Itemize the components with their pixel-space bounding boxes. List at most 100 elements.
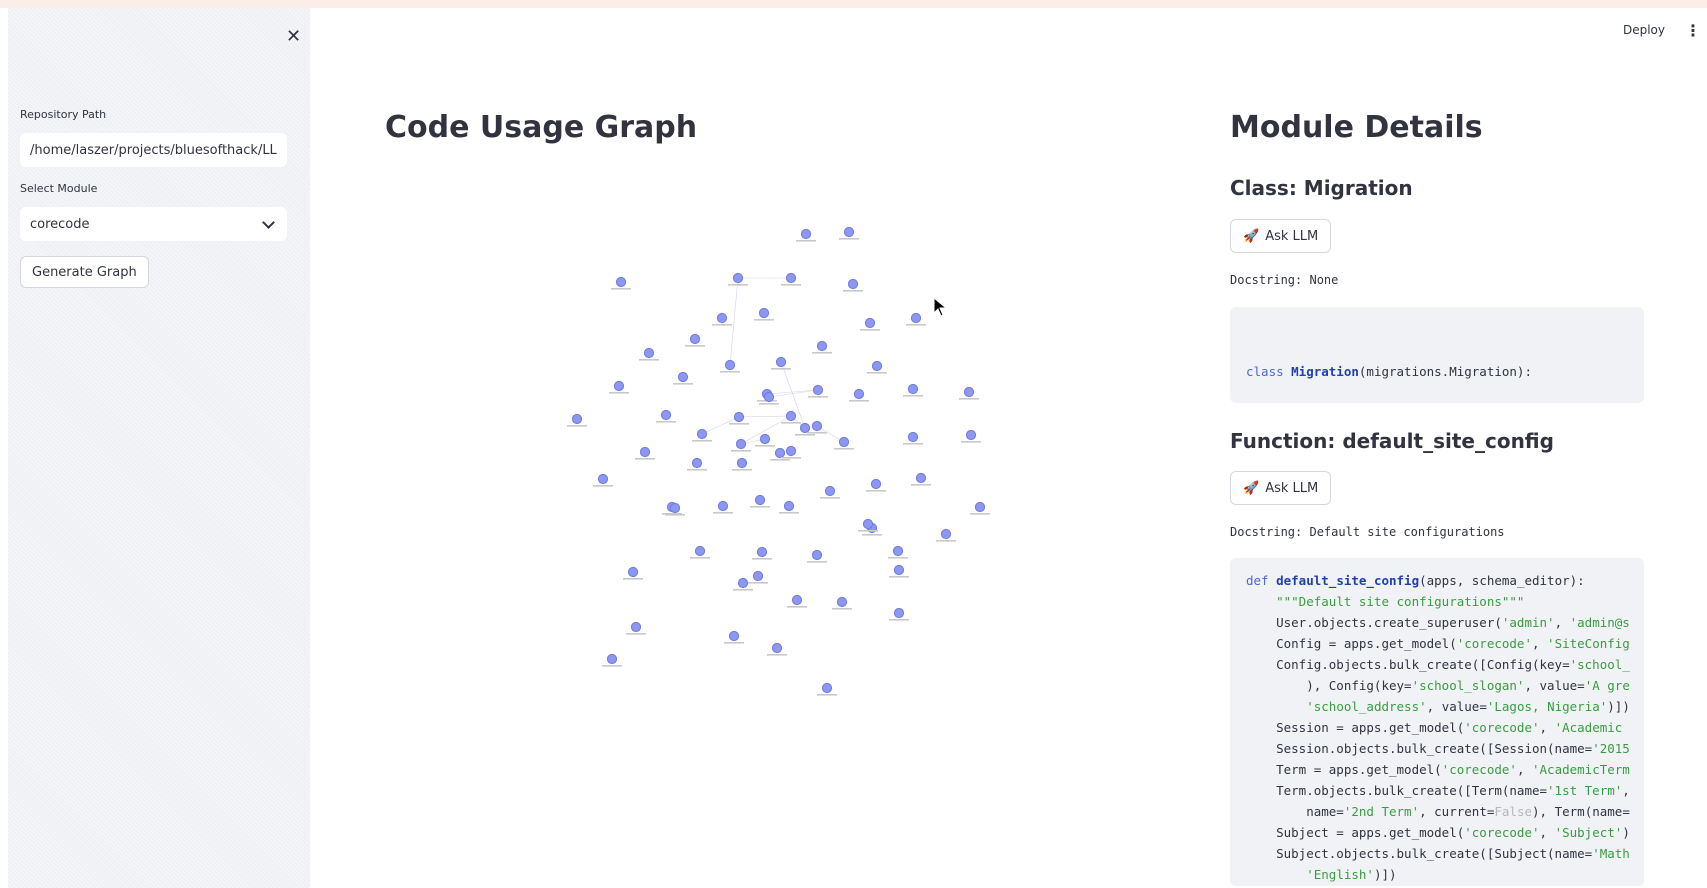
graph-node[interactable] [759, 433, 771, 445]
graph-node[interactable] [736, 457, 748, 469]
graph-node-label [733, 589, 753, 591]
graph-node-label [961, 441, 981, 443]
graph-node-label [752, 558, 772, 560]
graph-node[interactable] [783, 500, 795, 512]
graph-node[interactable] [910, 312, 922, 324]
graph-node-label [781, 284, 801, 286]
graph-node[interactable] [907, 383, 919, 395]
graph-node[interactable] [812, 384, 824, 396]
graph-node[interactable] [824, 485, 836, 497]
graph-node-label [903, 395, 923, 397]
graph-node[interactable] [630, 621, 642, 633]
graph-node[interactable] [893, 564, 905, 576]
graph-node-label [754, 319, 774, 321]
graph-node[interactable] [871, 360, 883, 372]
graph-node[interactable] [775, 356, 787, 368]
docstring: Docstring: None [1230, 273, 1339, 287]
graph-node[interactable] [838, 436, 850, 448]
graph-node[interactable] [606, 653, 618, 665]
graph-node[interactable] [627, 566, 639, 578]
graph-node[interactable] [689, 333, 701, 345]
ask-llm-button[interactable]: 🚀 Ask LLM [1230, 471, 1332, 505]
graph-node[interactable] [811, 549, 823, 561]
rocket-icon: 🚀 [1243, 480, 1260, 496]
graph-node[interactable] [811, 420, 823, 432]
deploy-button[interactable]: Deploy [1623, 23, 1665, 37]
graph-node[interactable] [763, 391, 775, 403]
close-icon[interactable]: ✕ [286, 26, 301, 47]
graph-node[interactable] [728, 630, 740, 642]
graph-node[interactable] [752, 570, 764, 582]
graph-node[interactable] [864, 317, 876, 329]
code-line: Term = apps.get_model('corecode', 'Acade… [1246, 762, 1630, 777]
docstring: Docstring: Default site configurations [1230, 525, 1505, 539]
select-module-label: Select Module [20, 182, 98, 195]
code-block: def default_site_config(apps, schema_edi… [1230, 558, 1644, 886]
graph-node-label [820, 497, 840, 499]
graph-node[interactable] [785, 410, 797, 422]
graph-node[interactable] [785, 272, 797, 284]
top-accent-strip [0, 0, 1707, 8]
kebab-menu-icon[interactable]: ⋮ [1685, 21, 1701, 40]
graph-node[interactable] [733, 411, 745, 423]
graph-node[interactable] [940, 528, 952, 540]
graph-node[interactable] [785, 445, 797, 457]
graph-node[interactable] [613, 380, 625, 392]
graph-node[interactable] [800, 228, 812, 240]
graph-node[interactable] [771, 642, 783, 654]
graph-node[interactable] [669, 502, 681, 514]
graph-node[interactable] [660, 409, 672, 421]
graph-node[interactable] [907, 431, 919, 443]
graph-node[interactable] [843, 226, 855, 238]
graph-node[interactable] [677, 371, 689, 383]
graph-node-label [720, 371, 740, 373]
code-usage-graph[interactable] [540, 210, 1020, 710]
graph-node[interactable] [732, 272, 744, 284]
graph-node[interactable] [870, 478, 882, 490]
graph-node[interactable] [694, 545, 706, 557]
graph-node[interactable] [735, 438, 747, 450]
graph-node-label [860, 329, 880, 331]
graph-node[interactable] [691, 457, 703, 469]
graph-node[interactable] [799, 422, 811, 434]
graph-node[interactable] [639, 446, 651, 458]
ask-llm-button[interactable]: 🚀 Ask LLM [1230, 219, 1332, 253]
graph-node[interactable] [724, 359, 736, 371]
graph-node[interactable] [915, 472, 927, 484]
graph-node[interactable] [965, 429, 977, 441]
graph-node[interactable] [862, 518, 874, 530]
graph-node[interactable] [847, 278, 859, 290]
graph-node[interactable] [756, 546, 768, 558]
graph-node-label [834, 448, 854, 450]
graph-node[interactable] [974, 501, 986, 513]
graph-node[interactable] [716, 312, 728, 324]
graph-node[interactable] [892, 545, 904, 557]
repo-path-input[interactable] [20, 133, 287, 167]
graph-node[interactable] [571, 413, 583, 425]
graph-node[interactable] [597, 473, 609, 485]
graph-node[interactable] [963, 386, 975, 398]
graph-node[interactable] [836, 596, 848, 608]
graph-node[interactable] [717, 500, 729, 512]
graph-node[interactable] [774, 447, 786, 459]
graph-node-label [712, 324, 732, 326]
graph-node[interactable] [696, 428, 708, 440]
graph-node[interactable] [791, 594, 803, 606]
graph-node[interactable] [615, 276, 627, 288]
graph-node-label [808, 396, 828, 398]
graph-node[interactable] [758, 307, 770, 319]
graph-node[interactable] [821, 682, 833, 694]
graph-node-label [771, 368, 791, 370]
graph-node[interactable] [643, 347, 655, 359]
graph-node[interactable] [754, 494, 766, 506]
generate-graph-button[interactable]: Generate Graph [20, 256, 149, 288]
graph-node-label [779, 512, 799, 514]
graph-node-label [724, 642, 744, 644]
graph-node[interactable] [737, 577, 749, 589]
ask-llm-label: Ask LLM [1265, 480, 1319, 496]
graph-node[interactable] [853, 388, 865, 400]
graph-node[interactable] [893, 607, 905, 619]
graph-node[interactable] [816, 340, 828, 352]
module-select[interactable]: corecode [20, 207, 287, 241]
graph-title: Code Usage Graph [385, 110, 698, 145]
